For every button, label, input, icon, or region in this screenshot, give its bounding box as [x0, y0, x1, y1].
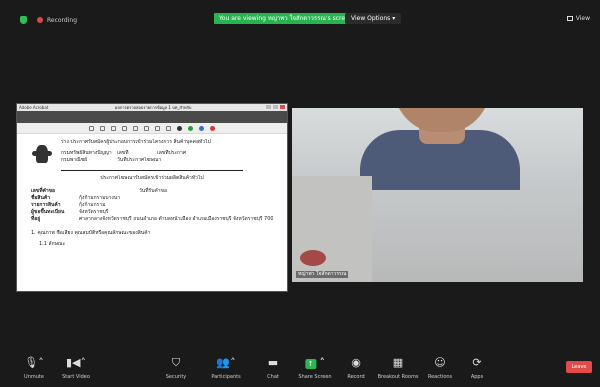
doc-field: ที่อยู่ ศาลากลางจังหวัดราชบุรี ถนนอำเภอ … — [31, 216, 273, 223]
start-video-button[interactable]: ▮◀˄ Start Video — [62, 356, 90, 380]
toolbar-label: Share Screen — [298, 374, 332, 380]
doc-field-value: กุ้งก้ามกรามบางนา — [79, 195, 121, 201]
doc-field-value: กุ้งก้ามกราม — [79, 202, 106, 208]
doc-line2-c: เลขที่ประกาศ — [157, 150, 187, 156]
doc-section-1: 1. คุณภาพ ชื่อเสียง คุณสมบัติหรือคุณลักษ… — [31, 230, 151, 236]
recording-indicator[interactable]: Recording — [20, 16, 77, 24]
minimize-icon — [266, 105, 271, 109]
doc-line2-b: เลขที่ — [117, 150, 129, 156]
garuda-emblem-icon — [31, 143, 53, 165]
pen-tool-icon — [100, 125, 105, 131]
participants-button[interactable]: 👥˄ Participants — [211, 356, 240, 380]
meeting-controls-toolbar: 🎙˄ Unmute ▮◀˄ Start Video ⛉ Security 👥˄ … — [0, 350, 600, 387]
security-button[interactable]: ⛉ Security — [166, 356, 187, 380]
chat-button[interactable]: ▬ Chat — [267, 356, 279, 380]
color-green-swatch — [188, 125, 193, 131]
shape-tool-icon — [144, 125, 149, 131]
recording-label: Recording — [47, 16, 78, 24]
apps-button[interactable]: ⟳ Apps — [471, 356, 483, 380]
participants-icon: 👥˄ — [216, 356, 236, 369]
toolbar-label: Breakout Rooms — [377, 374, 419, 380]
participant-video[interactable]: หญ่าพว ใจสักดาวรรณ — [292, 108, 583, 282]
breakout-rooms-icon: ▦ — [392, 356, 404, 369]
view-button[interactable]: View — [566, 15, 590, 22]
shared-window-titlebar: Adobe Acrobat ผลการตรวจสอบรายการข้อมูล 1… — [17, 104, 287, 111]
doc-field-label: ผู้ขอขึ้นทะเบียน — [31, 209, 65, 215]
close-icon — [280, 105, 285, 109]
share-screen-button[interactable]: ↑ ˄ Share Screen — [298, 356, 331, 380]
toolbar-label: Start Video — [62, 374, 90, 380]
participant-name-label: หญ่าพว ใจสักดาวรรณ — [296, 271, 349, 278]
toolbar-label: Reactions — [427, 374, 453, 380]
doc-section-1-1: 1.1 ลักษณะ — [39, 241, 66, 247]
video-off-icon: ▮◀˄ — [65, 356, 86, 369]
apps-icon: ⟳ — [472, 356, 482, 369]
unmute-button[interactable]: 🎙˄ Unmute — [24, 356, 44, 380]
meeting-top-bar: Recording You are viewing หญ่าพว ใจสักดา… — [0, 0, 600, 26]
color-black-swatch — [177, 125, 182, 131]
record-button[interactable]: ◉ Record — [347, 356, 364, 380]
toolbar-label: Participants — [211, 374, 241, 380]
chat-icon: ▬ — [267, 356, 279, 369]
doc-line3-b: วันที่ประกาศโฆษณา — [117, 157, 162, 163]
record-icon: ◉ — [351, 356, 361, 369]
window-controls — [266, 105, 285, 109]
toolbar-label: Apps — [470, 374, 484, 380]
reactions-icon: ☺ — [434, 356, 446, 369]
doc-divider — [61, 170, 243, 171]
doc-field: ชื่อสินค้า กุ้งก้ามกรามบางนา — [31, 195, 273, 202]
color-blue-swatch — [199, 125, 204, 131]
view-label: View — [575, 15, 590, 22]
document-page: ร่าง ประกาศรับสมัครผู้ประกอบการเข้าร่วมโ… — [17, 134, 287, 253]
leave-button[interactable]: Leave — [566, 361, 592, 373]
doc-subtitle: ประกาศโฆษณารับสมัครเข้าร่วมผลิตสินค้าทั่… — [100, 175, 204, 181]
doc-field-label: ชื่อสินค้า — [31, 195, 51, 201]
view-options-button[interactable]: View Options ▾ — [345, 13, 402, 24]
select-tool-icon — [89, 125, 94, 131]
toolbar-label: Record — [347, 374, 365, 380]
share-screen-icon: ↑ ˄ — [298, 356, 331, 370]
shared-app-title: Adobe Acrobat — [19, 105, 49, 110]
shield-icon: ⛉ — [171, 356, 181, 369]
image-tool-icon — [155, 125, 160, 131]
toolbar-label: Security — [165, 374, 187, 380]
text-tool-icon — [133, 125, 138, 131]
doc-field-value: วันที่รับคำขอ — [139, 188, 167, 194]
flower-decoration — [300, 250, 326, 266]
doc-field-label: เลขที่คำขอ — [31, 188, 56, 194]
doc-field-label: รายการสินค้า — [31, 202, 61, 208]
shared-doc-title: ผลการตรวจสอบรายการข้อมูล 1 บท_สำหรับ — [115, 105, 192, 110]
pdf-viewer-toolbar — [17, 111, 287, 123]
doc-line2-a: กรมทรัพย์สินทางปัญญา — [61, 150, 112, 156]
doc-field: รายการสินค้า กุ้งก้ามกราม — [31, 202, 273, 209]
mic-muted-icon: 🎙˄ — [24, 356, 44, 369]
doc-field: เลขที่คำขอ วันที่รับคำขอ — [31, 188, 273, 195]
doc-field-label: ที่อยู่ — [31, 216, 41, 222]
recording-dot-icon — [37, 17, 43, 23]
viewing-screen-banner: You are viewing หญ่าพว ใจสักดาวรรณ's scr… — [214, 13, 358, 24]
person-head — [392, 108, 492, 132]
doc-field: ผู้ขอขึ้นทะเบียน จังหวัดราชบุรี — [31, 209, 273, 216]
breakout-rooms-button[interactable]: ▦ Breakout Rooms — [378, 356, 419, 380]
highlight-tool-icon — [111, 125, 116, 131]
annotation-toolbar — [17, 123, 287, 134]
doc-heading: ร่าง ประกาศรับสมัครผู้ประกอบการเข้าร่วมโ… — [61, 139, 211, 145]
doc-field-value: ศาลากลางจังหวัดราชบุรี ถนนอำเภอ ตำบลหน้า… — [79, 216, 273, 222]
toolbar-label: Unmute — [24, 374, 44, 380]
doc-field-value: จังหวัดราชบุรี — [79, 209, 109, 215]
encryption-shield-icon[interactable] — [20, 16, 27, 24]
reactions-button[interactable]: ☺ Reactions — [428, 356, 452, 380]
link-tool-icon — [166, 125, 171, 131]
maximize-icon — [273, 105, 278, 109]
color-red-swatch — [210, 125, 215, 131]
video-side-wall — [292, 176, 372, 282]
toolbar-label: Chat — [267, 374, 279, 380]
eraser-tool-icon — [122, 125, 127, 131]
doc-line3-a: กรมพาณิชย์ — [61, 157, 88, 163]
shared-screen[interactable]: Adobe Acrobat ผลการตรวจสอบรายการข้อมูล 1… — [16, 103, 288, 292]
view-grid-icon — [566, 16, 573, 21]
